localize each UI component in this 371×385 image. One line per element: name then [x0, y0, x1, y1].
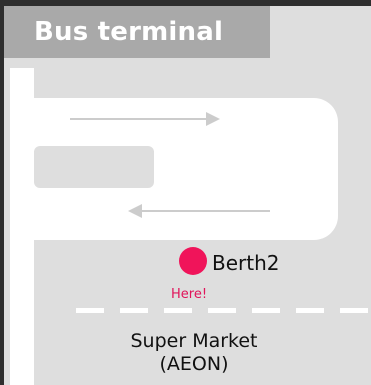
berth-label: Berth2: [212, 251, 280, 275]
title-badge: Bus terminal: [4, 6, 270, 58]
arrow-right-icon: [70, 112, 220, 126]
here-label: Here!: [171, 287, 208, 302]
terminal-map: Bus terminal Berth2 Here! Super Market (…: [4, 6, 371, 385]
dashed-road-line: [76, 308, 371, 313]
bus-bay-island: [34, 146, 154, 188]
landmark-label-line2: (AEON): [159, 353, 229, 375]
location-dot-icon: [179, 247, 207, 275]
arrow-left-icon: [128, 204, 270, 218]
landmark-label-line1: Super Market: [130, 330, 258, 352]
landmark-label: Super Market (AEON): [94, 330, 294, 376]
page-title: Bus terminal: [34, 17, 224, 47]
